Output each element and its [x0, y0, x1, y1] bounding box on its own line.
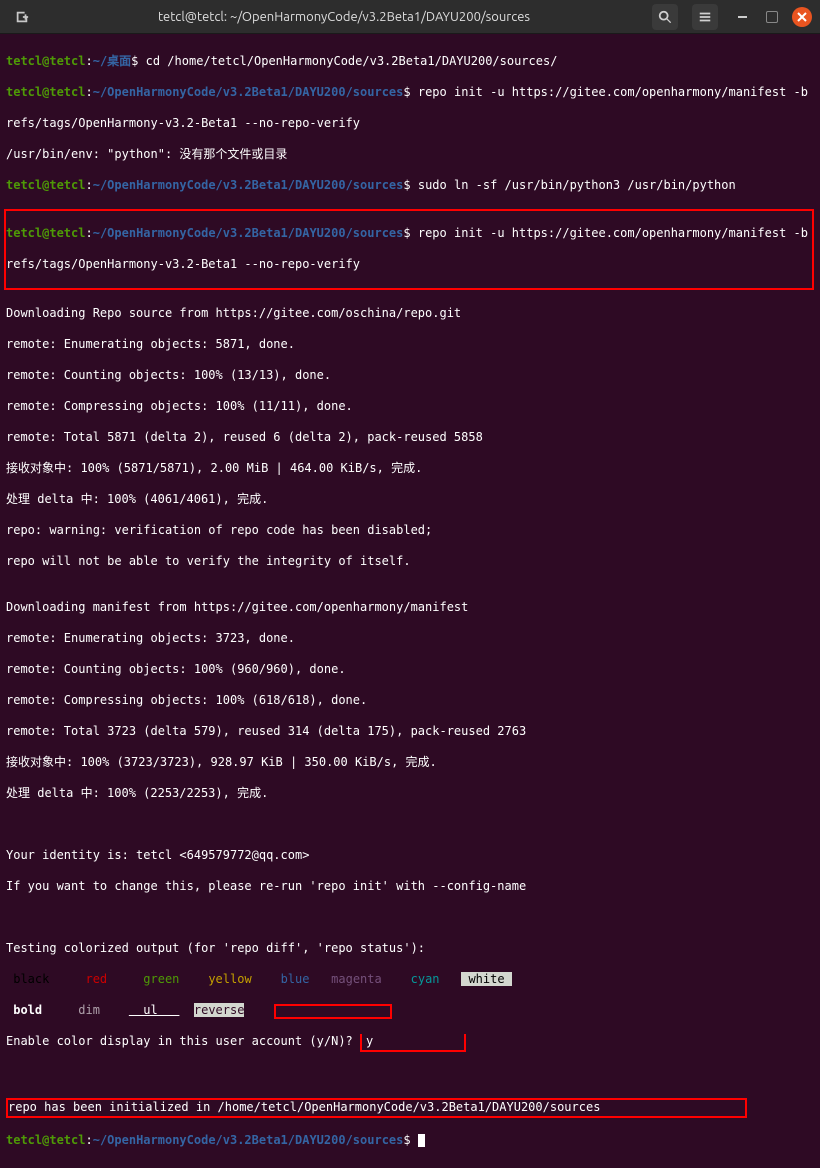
term-line: tetcl@tetcl:~/OpenHarmonyCode/v3.2Beta1/…: [6, 226, 812, 242]
term-line: refs/tags/OpenHarmony-v3.2-Beta1 --no-re…: [6, 257, 812, 273]
term-line: /usr/bin/env: "python": 没有那个文件或目录: [6, 147, 814, 163]
term-line: 接收对象中: 100% (3723/3723), 928.97 KiB | 35…: [6, 755, 814, 771]
prompt-sep: :: [85, 1133, 92, 1147]
hamburger-button[interactable]: [692, 4, 718, 30]
prompt-user: tetcl@tetcl: [6, 226, 85, 240]
term-line: repo will not be able to verify the inte…: [6, 554, 814, 570]
prompt-sep: :: [85, 226, 92, 240]
c-dim: dim: [64, 1003, 115, 1017]
term-line: refs/tags/OpenHarmony-v3.2-Beta1 --no-re…: [6, 116, 814, 132]
titlebar: tetcl@tetcl: ~/OpenHarmonyCode/v3.2Beta1…: [0, 0, 820, 34]
prompt-path: ~/OpenHarmonyCode/v3.2Beta1/DAYU200/sour…: [93, 226, 404, 240]
confirm-q: Enable color display in this user accoun…: [6, 1034, 360, 1048]
term-line: Your identity is: tetcl <649579772@qq.co…: [6, 848, 814, 864]
highlight-box-3: repo has been initialized in /home/tetcl…: [6, 1098, 747, 1118]
window-controls: [652, 4, 812, 30]
term-line: [6, 1067, 814, 1083]
term-line: remote: Total 3723 (delta 579), reused 3…: [6, 724, 814, 740]
prompt-dollar: $: [403, 1133, 410, 1147]
search-button[interactable]: [652, 4, 678, 30]
term-line: [6, 817, 814, 833]
prompt-dollar: $: [403, 178, 410, 192]
term-line: remote: Counting objects: 100% (960/960)…: [6, 662, 814, 678]
term-line: Testing colorized output (for 'repo diff…: [6, 941, 814, 957]
prompt-path: ~/OpenHarmonyCode/v3.2Beta1/DAYU200/sour…: [93, 1133, 404, 1147]
new-tab-icon: [15, 10, 29, 24]
c-cyan: cyan: [396, 972, 447, 986]
term-line: Downloading Repo source from https://git…: [6, 306, 814, 322]
term-line: tetcl@tetcl:~/OpenHarmonyCode/v3.2Beta1/…: [6, 178, 814, 194]
prompt-user: tetcl@tetcl: [6, 1133, 85, 1147]
term-line: 处理 delta 中: 100% (2253/2253), 完成.: [6, 786, 814, 802]
terminal-area[interactable]: tetcl@tetcl:~/桌面$ cd /home/tetcl/OpenHar…: [0, 34, 820, 1168]
cmd-text: repo init -u https://gitee.com/openharmo…: [411, 85, 816, 99]
term-line: tetcl@tetcl:~/OpenHarmonyCode/v3.2Beta1/…: [6, 1133, 814, 1149]
confirm-a: y: [366, 1034, 373, 1048]
prompt-path: ~/OpenHarmonyCode/v3.2Beta1/DAYU200/sour…: [93, 178, 404, 192]
prompt-user: tetcl@tetcl: [6, 54, 85, 68]
c-magenta: magenta: [331, 972, 382, 986]
cmd-text: repo init -u https://gitee.com/openharmo…: [411, 226, 816, 240]
term-line: repo: warning: verification of repo code…: [6, 523, 814, 539]
minimize-button[interactable]: [732, 7, 752, 27]
term-line: repo has been initialized in /home/tetcl…: [6, 1098, 814, 1118]
c-red: red: [71, 972, 122, 986]
term-line: tetcl@tetcl:~/OpenHarmonyCode/v3.2Beta1/…: [6, 85, 814, 101]
c-ul: ul: [129, 1003, 180, 1017]
prompt-sep: :: [85, 85, 92, 99]
prompt-sep: :: [85, 178, 92, 192]
term-line: remote: Enumerating objects: 3723, done.: [6, 631, 814, 647]
hamburger-icon: [698, 10, 712, 24]
c-yellow: yellow: [201, 972, 252, 986]
term-line: [6, 910, 814, 926]
term-line: remote: Compressing objects: 100% (11/11…: [6, 399, 814, 415]
prompt-dollar: $: [403, 226, 410, 240]
prompt-sep: :: [85, 54, 92, 68]
close-button[interactable]: [792, 7, 812, 27]
new-tab-button[interactable]: [8, 5, 36, 29]
term-line: remote: Compressing objects: 100% (618/6…: [6, 693, 814, 709]
term-line: 接收对象中: 100% (5871/5871), 2.00 MiB | 464.…: [6, 461, 814, 477]
prompt-path: ~/桌面: [93, 54, 131, 68]
term-line: remote: Counting objects: 100% (13/13), …: [6, 368, 814, 384]
c-green: green: [136, 972, 187, 986]
prompt-path: ~/OpenHarmonyCode/v3.2Beta1/DAYU200/sour…: [93, 85, 404, 99]
prompt-user: tetcl@tetcl: [6, 85, 85, 99]
cmd-text: sudo ln -sf /usr/bin/python3 /usr/bin/py…: [411, 178, 736, 192]
highlight-box-2-top: [274, 1004, 392, 1019]
prompt-dollar: $: [403, 85, 410, 99]
term-line: 处理 delta 中: 100% (4061/4061), 完成.: [6, 492, 814, 508]
cmd-text: cd /home/tetcl/OpenHarmonyCode/v3.2Beta1…: [138, 54, 557, 68]
c-black: black: [6, 972, 57, 986]
window-title: tetcl@tetcl: ~/OpenHarmonyCode/v3.2Beta1…: [36, 10, 652, 24]
color-row-2: bold dim ul reverse: [6, 1003, 814, 1019]
prompt-user: tetcl@tetcl: [6, 178, 85, 192]
term-line: Downloading manifest from https://gitee.…: [6, 600, 814, 616]
color-row-1: black red green yellow blue magenta cyan…: [6, 972, 814, 988]
term-line: If you want to change this, please re-ru…: [6, 879, 814, 895]
close-icon: [797, 12, 807, 22]
maximize-button[interactable]: [766, 11, 778, 23]
search-icon: [658, 10, 672, 24]
term-line: tetcl@tetcl:~/桌面$ cd /home/tetcl/OpenHar…: [6, 54, 814, 70]
c-bold: bold: [6, 1003, 49, 1017]
success-line: repo has been initialized in /home/tetcl…: [8, 1100, 600, 1114]
term-line: Enable color display in this user accoun…: [6, 1034, 814, 1052]
cursor: [418, 1134, 425, 1147]
highlight-box-1: tetcl@tetcl:~/OpenHarmonyCode/v3.2Beta1/…: [4, 209, 814, 291]
c-blue: blue: [266, 972, 317, 986]
c-white: white: [461, 972, 512, 986]
term-line: remote: Total 5871 (delta 2), reused 6 (…: [6, 430, 814, 446]
highlight-box-2: y: [360, 1034, 466, 1052]
c-reverse: reverse: [194, 1003, 245, 1017]
term-line: remote: Enumerating objects: 5871, done.: [6, 337, 814, 353]
